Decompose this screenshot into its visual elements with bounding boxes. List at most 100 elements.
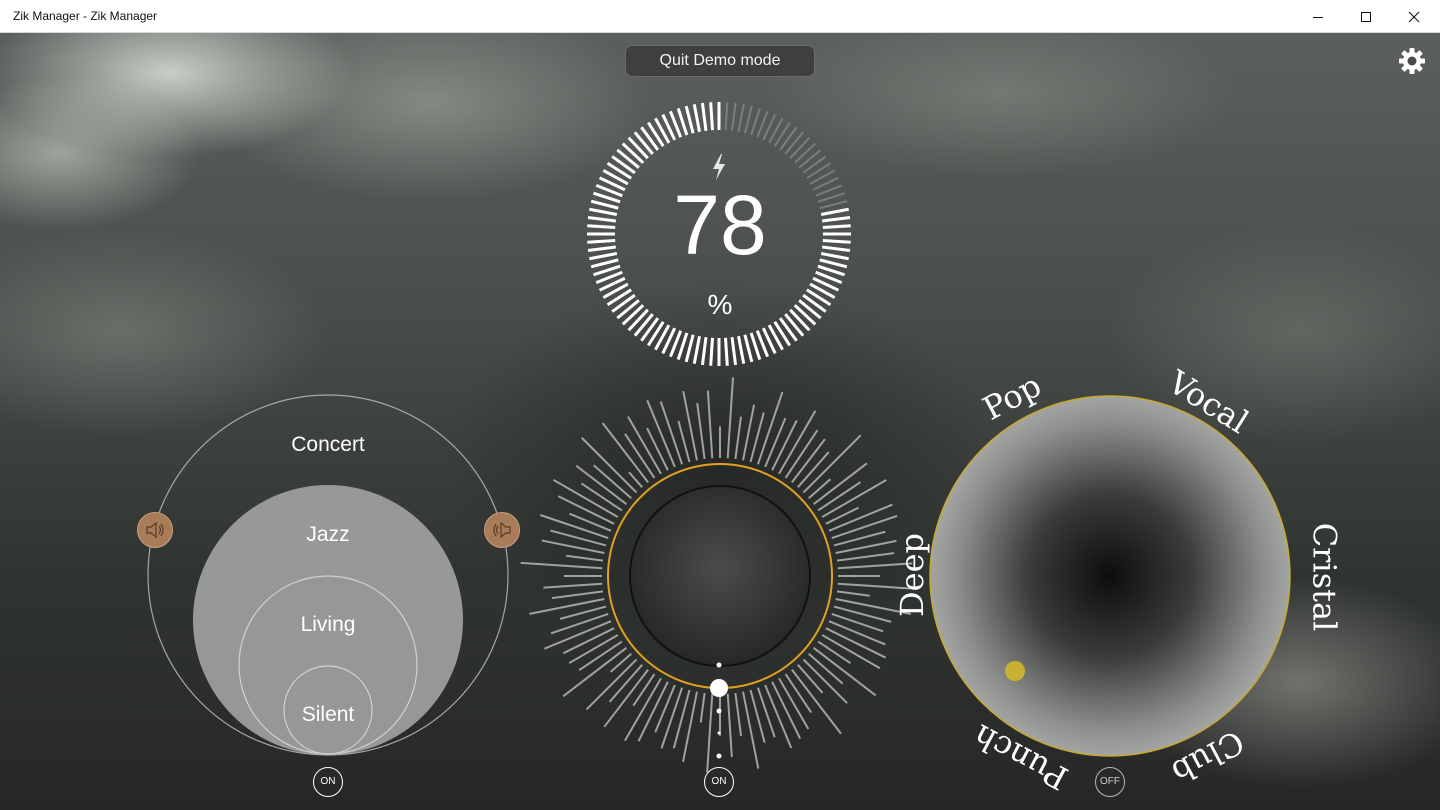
- noise-level-dots[interactable]: [710, 662, 728, 759]
- eq-preset-cristal[interactable]: Cristal: [1305, 523, 1343, 632]
- battery-tick: [709, 102, 714, 131]
- mode-living-label[interactable]: Living: [228, 613, 428, 637]
- noise-ray: [726, 693, 733, 758]
- window-title: Zik Manager - Zik Manager: [13, 9, 158, 23]
- battery-tick: [587, 224, 616, 229]
- battery-tick: [789, 137, 811, 159]
- battery-tick: [730, 336, 738, 366]
- battery-tick: [820, 207, 849, 216]
- battery-tick: [633, 131, 654, 155]
- battery-tick: [587, 245, 617, 253]
- noise-ray: [836, 552, 895, 562]
- battery-tick: [590, 258, 619, 269]
- noise-ray: [659, 401, 684, 465]
- battery-tick: [684, 334, 695, 363]
- noise-ray: [706, 390, 714, 459]
- battery-tick: [684, 105, 695, 134]
- battery-tick: [616, 299, 640, 320]
- right-speaker-button[interactable]: [484, 512, 520, 548]
- equalizer-toggle[interactable]: OFF: [1095, 767, 1125, 797]
- noise-ray: [529, 598, 605, 615]
- noise-ray: [551, 590, 604, 600]
- battery-tick: [779, 126, 798, 151]
- battery-tick: [817, 192, 845, 203]
- noise-ray: [831, 514, 898, 540]
- battery-tick: [621, 304, 645, 326]
- noise-ray: [791, 669, 842, 735]
- maximize-button[interactable]: [1342, 0, 1390, 33]
- battery-tick: [627, 136, 649, 160]
- noise-ray: [601, 422, 649, 483]
- battery-tick: [724, 337, 729, 366]
- noise-ray: [696, 402, 706, 460]
- battery-tick: [587, 239, 616, 244]
- noise-ray: [734, 416, 742, 460]
- noise-ray: [543, 582, 603, 589]
- battery-tick: [627, 308, 649, 332]
- noise-ray: [569, 512, 612, 532]
- battery-tick: [743, 105, 753, 134]
- mode-concert-label[interactable]: Concert: [228, 433, 428, 457]
- sound-effect-toggle[interactable]: ON: [313, 767, 343, 797]
- battery-tick: [794, 142, 816, 164]
- eq-preset-deep[interactable]: Deep: [893, 533, 931, 617]
- battery-tick: [633, 313, 654, 337]
- battery-tick: [611, 155, 636, 175]
- close-button[interactable]: [1390, 0, 1438, 33]
- battery-tick: [621, 142, 645, 164]
- minimize-button[interactable]: [1294, 0, 1342, 33]
- noise-slider-handle[interactable]: [710, 679, 728, 697]
- battery-tick: [822, 224, 851, 229]
- noise-ray: [581, 437, 638, 494]
- mode-jazz-label[interactable]: Jazz: [228, 523, 428, 547]
- battery-tick: [789, 308, 811, 332]
- battery-tick: [589, 252, 618, 261]
- battery-tick: [784, 313, 805, 337]
- noise-ray: [603, 669, 649, 728]
- battery-tick: [798, 149, 822, 169]
- battery-tick: [778, 317, 798, 342]
- noise-ray: [797, 664, 824, 694]
- battery-tick: [820, 252, 849, 261]
- battery-tick: [773, 122, 791, 147]
- battery-tick: [590, 199, 619, 210]
- noise-knob[interactable]: [629, 485, 811, 667]
- battery-tick: [611, 293, 636, 313]
- mode-silent-label[interactable]: Silent: [228, 703, 428, 727]
- title-bar: Zik Manager - Zik Manager: [0, 0, 1440, 33]
- battery-unit: %: [707, 289, 733, 320]
- noise-ray: [562, 647, 627, 698]
- battery-tick: [802, 293, 827, 313]
- battery-tick: [737, 335, 746, 364]
- noise-ray: [742, 691, 760, 769]
- battery-tick: [784, 131, 804, 155]
- equalizer-handle[interactable]: [1005, 661, 1025, 681]
- battery-tick: [700, 102, 708, 132]
- battery-tick: [750, 108, 761, 136]
- battery-tick: [819, 258, 848, 269]
- noise-ray: [784, 673, 813, 714]
- minimize-icon: [1313, 16, 1323, 18]
- battery-tick: [587, 215, 617, 223]
- noise-ray: [550, 612, 609, 635]
- battery-tick: [692, 104, 701, 133]
- equalizer-pad[interactable]: [929, 395, 1291, 757]
- battery-tick: [640, 126, 660, 151]
- noise-ray: [831, 612, 884, 633]
- lightning-icon: [713, 154, 725, 180]
- noise-ray: [828, 620, 886, 646]
- gear-icon[interactable]: [1396, 45, 1428, 77]
- battery-tick: [821, 215, 851, 223]
- quit-demo-button[interactable]: Quit Demo mode: [625, 45, 815, 77]
- noise-ray: [566, 554, 604, 562]
- battery-tick: [806, 162, 831, 180]
- noise-ray: [706, 693, 714, 773]
- noise-ray: [520, 561, 603, 570]
- battery-percentage: 78: [673, 178, 767, 272]
- left-speaker-button[interactable]: [137, 512, 173, 548]
- noise-ray: [734, 692, 743, 737]
- battery-tick: [819, 200, 848, 210]
- noise-control-toggle[interactable]: ON: [704, 767, 734, 797]
- noise-ray: [802, 434, 862, 494]
- noise-ray: [749, 689, 766, 744]
